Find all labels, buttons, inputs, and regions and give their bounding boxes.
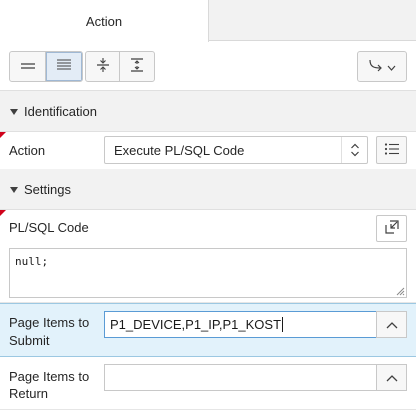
show-all-button[interactable] xyxy=(46,52,82,81)
items-return-label-line2: Return xyxy=(9,386,49,401)
plsql-label: PL/SQL Code xyxy=(9,220,89,235)
collapse-expand-group xyxy=(85,51,155,82)
property-toolbar xyxy=(0,42,416,91)
items-return-label-line1: Page Items to xyxy=(9,369,90,384)
show-all-icon xyxy=(56,58,72,75)
items-submit-label-line2: Submit xyxy=(9,333,50,348)
action-select[interactable]: Execute PL/SQL Code xyxy=(104,136,368,164)
action-list-button[interactable] xyxy=(376,136,407,164)
items-submit-value: P1_DEVICE,P1_IP,P1_KOST xyxy=(110,317,282,332)
section-identification-label: Identification xyxy=(24,103,97,119)
collapse-all-button[interactable] xyxy=(86,52,121,81)
tab-action[interactable]: Action xyxy=(0,0,209,42)
plsql-code-value: null; xyxy=(15,255,49,268)
view-mode-group xyxy=(9,51,83,82)
expand-all-icon xyxy=(129,57,145,76)
collapse-all-icon xyxy=(95,57,111,76)
section-settings[interactable]: Settings xyxy=(0,169,416,210)
items-submit-label-line1: Page Items to xyxy=(9,315,90,330)
items-return-input[interactable] xyxy=(104,364,377,391)
items-submit-picker-button[interactable] xyxy=(376,311,407,338)
list-icon xyxy=(384,142,400,159)
chevron-down-icon xyxy=(387,59,396,74)
chevron-up-icon xyxy=(386,317,398,332)
open-editor-icon xyxy=(384,219,400,238)
show-common-icon xyxy=(20,59,36,74)
text-caret xyxy=(282,317,284,332)
section-settings-label: Settings xyxy=(24,181,71,197)
open-code-editor-button[interactable] xyxy=(376,215,407,242)
expand-all-button[interactable] xyxy=(120,52,154,81)
resize-grip-icon[interactable] xyxy=(395,286,405,296)
required-marker xyxy=(0,132,6,138)
show-common-button[interactable] xyxy=(10,52,46,81)
collapse-triangle-icon xyxy=(10,108,18,115)
action-label: Action xyxy=(9,143,46,158)
collapse-triangle-icon xyxy=(10,186,18,193)
tab-action-label: Action xyxy=(85,13,123,29)
select-arrows-icon xyxy=(341,137,367,163)
go-to-group-icon xyxy=(368,58,384,75)
plsql-code-textarea[interactable]: null; xyxy=(9,248,407,298)
section-identification[interactable]: Identification xyxy=(0,91,416,132)
tab-bar: Action xyxy=(0,0,416,42)
items-return-picker-button[interactable] xyxy=(376,364,407,391)
chevron-up-icon xyxy=(386,370,398,385)
action-select-value: Execute PL/SQL Code xyxy=(114,142,245,158)
items-submit-input[interactable]: P1_DEVICE,P1_IP,P1_KOST xyxy=(104,311,377,338)
required-marker xyxy=(0,210,6,216)
go-to-group-button[interactable] xyxy=(357,51,407,82)
